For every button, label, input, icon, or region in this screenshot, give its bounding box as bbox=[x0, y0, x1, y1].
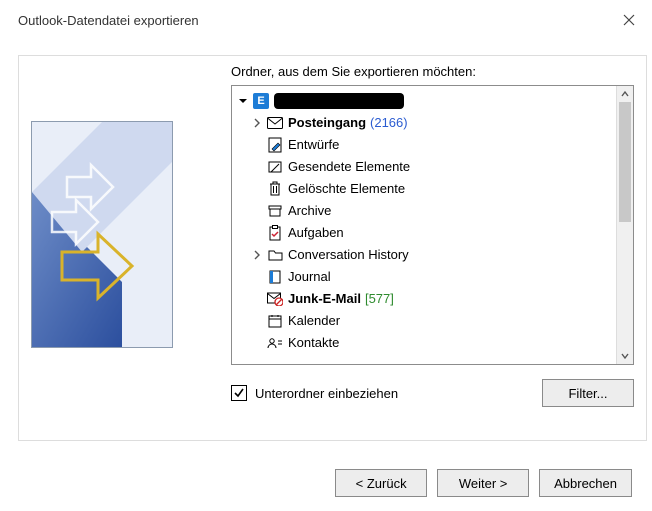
exchange-icon: E bbox=[252, 92, 270, 110]
tree-item-label: Junk-E-Mail bbox=[288, 288, 361, 310]
tasks-icon bbox=[266, 224, 284, 242]
folder-tree-container: E Posteingang (2166) bbox=[231, 85, 634, 365]
scroll-up-button[interactable] bbox=[617, 86, 633, 102]
content-panel: Ordner, aus dem Sie exportieren möchten:… bbox=[18, 55, 647, 441]
tree-item-label: Kalender bbox=[288, 310, 340, 332]
titlebar: Outlook-Datendatei exportieren bbox=[0, 0, 652, 40]
tree-item-count: [577] bbox=[365, 288, 394, 310]
tree-item-archive[interactable]: Archive bbox=[236, 200, 614, 222]
calendar-icon bbox=[266, 312, 284, 330]
filter-button[interactable]: Filter... bbox=[542, 379, 634, 407]
tree-item-contacts[interactable]: Kontakte bbox=[236, 332, 614, 354]
tree-item-label: Kontakte bbox=[288, 332, 339, 354]
contacts-icon bbox=[266, 334, 284, 352]
tree-item-calendar[interactable]: Kalender bbox=[236, 310, 614, 332]
chevron-up-icon bbox=[620, 89, 630, 99]
tree-item-label: Entwürfe bbox=[288, 134, 339, 156]
dialog-footer: < Zurück Weiter > Abbrechen bbox=[0, 455, 652, 511]
account-name-redacted bbox=[274, 93, 404, 109]
tree-item-inbox[interactable]: Posteingang (2166) bbox=[236, 112, 614, 134]
trash-icon bbox=[266, 180, 284, 198]
wizard-illustration bbox=[31, 121, 173, 348]
sent-icon bbox=[266, 158, 284, 176]
inbox-icon bbox=[266, 114, 284, 132]
tree-item-label: Aufgaben bbox=[288, 222, 344, 244]
tree-item-sent[interactable]: Gesendete Elemente bbox=[236, 156, 614, 178]
checkmark-icon bbox=[233, 387, 245, 399]
instruction-label: Ordner, aus dem Sie exportieren möchten: bbox=[231, 64, 634, 79]
archive-icon bbox=[266, 202, 284, 220]
tree-item-junk[interactable]: Junk-E-Mail [577] bbox=[236, 288, 614, 310]
next-button[interactable]: Weiter > bbox=[437, 469, 529, 497]
close-button[interactable] bbox=[606, 0, 652, 40]
cancel-button[interactable]: Abbrechen bbox=[539, 469, 632, 497]
scroll-thumb[interactable] bbox=[619, 102, 631, 222]
folder-tree[interactable]: E Posteingang (2166) bbox=[232, 86, 616, 364]
options-row: Unterordner einbeziehen Filter... bbox=[231, 379, 634, 407]
tree-scrollbar[interactable] bbox=[616, 86, 633, 364]
collapse-icon[interactable] bbox=[236, 96, 250, 106]
tree-item-journal[interactable]: Journal bbox=[236, 266, 614, 288]
tree-item-drafts[interactable]: Entwürfe bbox=[236, 134, 614, 156]
tree-item-label: Conversation History bbox=[288, 244, 409, 266]
tree-item-label: Journal bbox=[288, 266, 331, 288]
export-dialog: Outlook-Datendatei exportieren bbox=[0, 0, 652, 511]
close-icon bbox=[623, 14, 635, 26]
tree-item-conversation-history[interactable]: Conversation History bbox=[236, 244, 614, 266]
folder-icon bbox=[266, 246, 284, 264]
tree-item-tasks[interactable]: Aufgaben bbox=[236, 222, 614, 244]
tree-item-count: (2166) bbox=[370, 112, 408, 134]
tree-item-deleted[interactable]: Gelöschte Elemente bbox=[236, 178, 614, 200]
tree-item-label: Gelöschte Elemente bbox=[288, 178, 405, 200]
drafts-icon bbox=[266, 136, 284, 154]
window-title: Outlook-Datendatei exportieren bbox=[18, 13, 606, 28]
back-button[interactable]: < Zurück bbox=[335, 469, 427, 497]
scroll-track[interactable] bbox=[617, 102, 633, 348]
journal-icon bbox=[266, 268, 284, 286]
tree-root-row[interactable]: E bbox=[236, 90, 614, 112]
chevron-down-icon bbox=[620, 351, 630, 361]
expand-icon[interactable] bbox=[250, 250, 264, 260]
junk-icon bbox=[266, 290, 284, 308]
tree-item-label: Gesendete Elemente bbox=[288, 156, 410, 178]
expand-icon[interactable] bbox=[250, 118, 264, 128]
include-subfolders-checkbox[interactable] bbox=[231, 385, 247, 401]
scroll-down-button[interactable] bbox=[617, 348, 633, 364]
tree-item-label: Archive bbox=[288, 200, 331, 222]
tree-item-label: Posteingang bbox=[288, 112, 366, 134]
right-panel: Ordner, aus dem Sie exportieren möchten:… bbox=[231, 64, 634, 432]
include-subfolders-label: Unterordner einbeziehen bbox=[255, 386, 398, 401]
